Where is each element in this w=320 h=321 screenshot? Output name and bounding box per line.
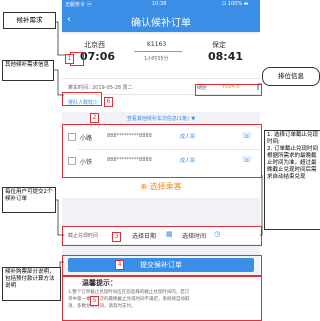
- note-demand: 候补需求: [3, 12, 56, 29]
- note-queue-info: 排位信息: [262, 67, 320, 86]
- note-order-limit: 每位用户可提交2个候补订单: [2, 187, 56, 213]
- note-instructions: 候补购票部分说明，包括预付款计算方法说明: [2, 267, 61, 301]
- note-other-demand: 其他候补需求信息: [2, 60, 54, 81]
- note-cutoff-rules: 1. 选择订单截止兑现时间; 2. 订单截止兑现时间根据所需求的最晚截止时间为准…: [264, 130, 320, 230]
